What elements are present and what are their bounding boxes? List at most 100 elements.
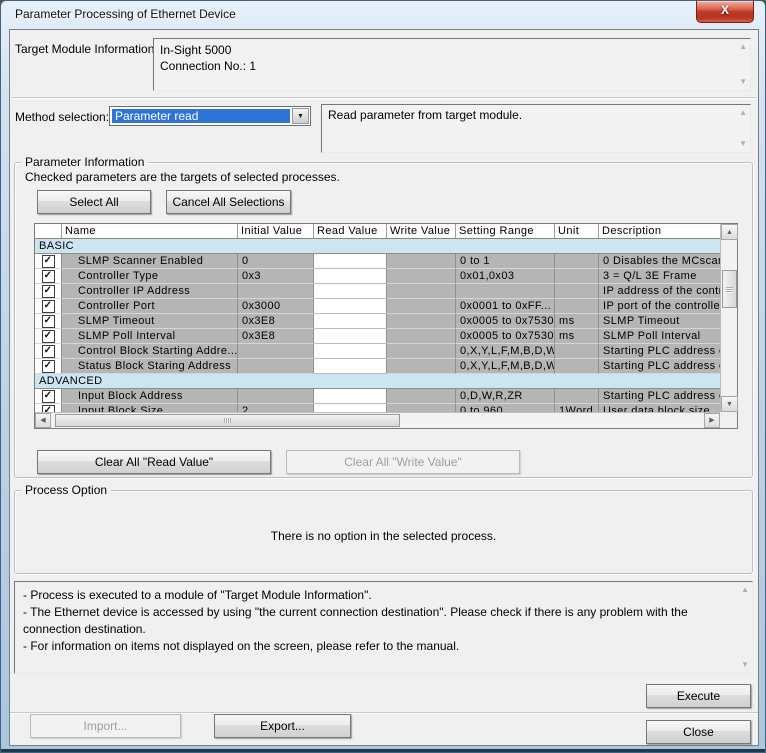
row-checkbox-cell[interactable]: ✓	[35, 269, 62, 284]
parameter-information-group-title: Parameter Information	[21, 155, 148, 169]
row-checkbox-cell[interactable]: ✓	[35, 314, 62, 329]
row-checkbox-cell[interactable]: ✓	[35, 389, 62, 404]
method-selected-value: Parameter read	[112, 109, 290, 123]
cell-unit	[555, 254, 599, 269]
section-row[interactable]: ADVANCED	[35, 374, 720, 389]
section-row[interactable]: BASIC	[35, 239, 720, 254]
vertical-scrollbar[interactable]: ▲ ▼	[720, 224, 737, 412]
chevron-down-icon: ▼	[297, 113, 304, 120]
execute-button[interactable]: Execute	[646, 684, 751, 708]
table-row[interactable]: ✓SLMP Scanner Enabled00 to 10 Disables t…	[35, 254, 720, 269]
table-row[interactable]: ✓Status Block Staring Address0,X,Y,L,F,M…	[35, 359, 720, 374]
process-option-message: There is no option in the selected proce…	[15, 529, 752, 543]
scroll-up-icon[interactable]: ▲	[741, 586, 749, 594]
table-row[interactable]: ✓SLMP Timeout0x3E80x0005 to 0x7530msSLMP…	[35, 314, 720, 329]
cell-read	[314, 314, 387, 329]
cell-desc: IP address of the contr	[599, 284, 720, 299]
table-row[interactable]: ✓ SLMP Poll Interval0x3E8 0x0005 to 0x7530…	[35, 329, 720, 344]
table-row[interactable]: ✓Input Block Size20 to 9601WordUser data…	[35, 404, 720, 412]
checkbox-checked-icon[interactable]: ✓	[42, 360, 55, 373]
scroll-down-icon[interactable]: ▼	[721, 396, 738, 412]
clear-all-read-value-button[interactable]: Clear All "Read Value"	[37, 450, 271, 474]
column-header-unit[interactable]: Unit	[555, 224, 599, 238]
column-header-range[interactable]: Setting Range	[456, 224, 555, 238]
cell-read	[314, 359, 387, 374]
column-header-desc[interactable]: Description	[599, 224, 720, 238]
export-button[interactable]: Export...	[214, 714, 351, 738]
table-row[interactable]: ✓Controller Type0x30x01,0x033 = Q/L 3E F…	[35, 269, 720, 284]
scroll-down-icon[interactable]: ▼	[739, 78, 747, 86]
cell-unit: ms	[555, 314, 599, 329]
table-columns-area: NameInitial ValueRead ValueWrite ValueSe…	[35, 224, 720, 412]
target-module-text: In-Sight 5000Connection No.: 1	[154, 39, 750, 74]
close-button[interactable]: X	[696, 1, 754, 23]
horizontal-scrollbar[interactable]: ◀ ▶	[35, 412, 720, 428]
cell-desc: Starting PLC address o	[599, 389, 720, 404]
checkbox-checked-icon[interactable]: ✓	[42, 345, 55, 358]
row-checkbox-cell[interactable]: ✓	[35, 344, 62, 359]
dropdown-button[interactable]: ▼	[292, 108, 309, 124]
checkbox-checked-icon[interactable]: ✓	[42, 315, 55, 328]
checkbox-checked-icon[interactable]: ✓	[42, 270, 55, 283]
table-row[interactable]: ✓Control Block Starting Addre...0,X,Y,L,…	[35, 344, 720, 359]
cell-read	[314, 389, 387, 404]
row-checkbox-cell[interactable]: ✓	[35, 299, 62, 314]
cell-write	[387, 284, 456, 299]
clear-all-write-value-button: Clear All "Write Value"	[286, 450, 520, 474]
row-checkbox-cell[interactable]: ✓	[35, 284, 62, 299]
column-header-check[interactable]	[35, 224, 62, 238]
checkbox-checked-icon[interactable]: ✓	[42, 255, 55, 268]
scroll-up-icon[interactable]: ▲	[739, 109, 747, 117]
row-checkbox-cell[interactable]: ✓	[35, 329, 62, 344]
cell-name: SLMP Timeout	[62, 314, 238, 329]
checkbox-checked-icon[interactable]: ✓	[42, 405, 55, 413]
cell-write	[387, 314, 456, 329]
scroll-down-icon[interactable]: ▼	[739, 140, 747, 148]
cell-range: 0x0005 to 0x7530	[456, 329, 555, 344]
parameter-table: NameInitial ValueRead ValueWrite ValueSe…	[34, 223, 738, 429]
column-header-write[interactable]: Write Value	[387, 224, 456, 238]
checkbox-checked-icon[interactable]: ✓	[42, 285, 55, 298]
cell-initial: 0x3000	[238, 299, 314, 314]
method-description-box: Read parameter from target module. ▲ ▼	[321, 104, 751, 153]
cell-read	[314, 299, 387, 314]
cell-initial: 0x3	[238, 269, 314, 284]
horizontal-scrollbar-thumb[interactable]	[55, 414, 400, 427]
cell-read	[314, 344, 387, 359]
scroll-down-icon[interactable]: ▼	[741, 661, 749, 669]
method-description-text: Read parameter from target module.	[322, 105, 750, 123]
cell-unit: ms	[555, 329, 599, 344]
cell-initial: 0x3E8	[238, 329, 314, 344]
checkbox-checked-icon[interactable]: ✓	[42, 300, 55, 313]
column-header-name[interactable]: Name	[62, 224, 238, 238]
cancel-all-selections-button[interactable]: Cancel All Selections	[166, 190, 291, 214]
cell-unit	[555, 284, 599, 299]
table-row[interactable]: ✓Controller Port0x30000x0001 to 0xFF...I…	[35, 299, 720, 314]
close-button-bottom[interactable]: Close	[646, 720, 751, 744]
row-checkbox-cell[interactable]: ✓	[35, 404, 62, 412]
row-checkbox-cell[interactable]: ✓	[35, 359, 62, 374]
cell-name: Controller Port	[62, 299, 238, 314]
checkbox-checked-icon[interactable]: ✓	[42, 390, 55, 403]
cell-unit	[555, 299, 599, 314]
scroll-up-icon[interactable]: ▲	[739, 43, 747, 51]
checkbox-checked-icon[interactable]: ✓	[42, 330, 55, 343]
table-row[interactable]: ✓Input Block Address0,D,W,R,ZRStarting P…	[35, 389, 720, 404]
cell-name: SLMP Poll Interval	[62, 329, 238, 344]
vertical-scrollbar-thumb[interactable]	[722, 270, 737, 308]
cell-desc: Starting PLC address o	[599, 359, 720, 374]
table-row[interactable]: ✓Controller IP AddressIP address of the …	[35, 284, 720, 299]
scroll-left-icon[interactable]: ◀	[35, 413, 51, 428]
cell-desc: IP port of the controller	[599, 299, 720, 314]
scroll-right-icon[interactable]: ▶	[704, 413, 720, 428]
cell-initial	[238, 344, 314, 359]
scroll-up-icon[interactable]: ▲	[721, 224, 738, 240]
row-checkbox-cell[interactable]: ✓	[35, 254, 62, 269]
cell-unit: 1Word	[555, 404, 599, 412]
select-all-button[interactable]: Select All	[37, 190, 151, 214]
column-header-read[interactable]: Read Value	[314, 224, 387, 238]
target-module-box: In-Sight 5000Connection No.: 1 ▲ ▼	[153, 38, 751, 91]
column-header-initial[interactable]: Initial Value	[238, 224, 314, 238]
title-bar[interactable]: Parameter Processing of Ethernet Device …	[1, 1, 765, 29]
method-select-dropdown[interactable]: Parameter read ▼	[109, 106, 311, 126]
